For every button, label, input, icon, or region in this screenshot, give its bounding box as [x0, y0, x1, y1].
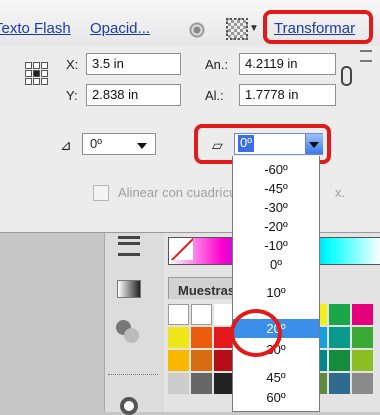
swatch[interactable] [168, 373, 189, 394]
height-field[interactable]: 1.7778 in [239, 84, 336, 106]
shear-option[interactable]: 0º [233, 255, 319, 274]
x-label: X: [66, 57, 79, 72]
rotate-icon: ⊿ [60, 137, 72, 153]
stroke-panel-icon[interactable] [118, 236, 140, 256]
swatch[interactable] [168, 327, 189, 348]
shear-option[interactable]: -60º [233, 160, 319, 179]
shear-option[interactable]: 45º [233, 368, 319, 387]
swatch[interactable] [191, 304, 212, 325]
swatch[interactable] [329, 373, 350, 394]
appearance-icon[interactable] [120, 397, 138, 415]
width-field[interactable]: 4.2119 in [239, 53, 336, 75]
transparency-icon[interactable] [116, 320, 140, 344]
swatch[interactable] [352, 327, 373, 348]
panel-menu-icon[interactable] [360, 50, 372, 62]
y-field[interactable]: 2.838 in [86, 84, 181, 106]
swatch[interactable] [352, 350, 373, 371]
chevron-down-icon[interactable] [137, 143, 147, 149]
swatch[interactable] [191, 373, 212, 394]
swatch[interactable] [168, 304, 189, 325]
height-label: Al.: [205, 88, 224, 103]
shear-option[interactable]: 10º [233, 283, 319, 302]
swatches-tab[interactable]: Muestras [168, 277, 238, 299]
swatch[interactable] [191, 327, 212, 348]
shear-option[interactable]: 60º [233, 388, 319, 407]
flash-text-link[interactable]: Texto Flash [0, 20, 74, 37]
shear-option[interactable]: -10º [233, 236, 319, 255]
swatch[interactable] [352, 304, 373, 325]
opacity-link[interactable]: Opacid... [90, 20, 150, 37]
selected-option-highlight [230, 309, 282, 357]
recolor-icon[interactable] [188, 21, 206, 39]
swatch[interactable] [329, 327, 350, 348]
align-pixel-grid-label-tail: x. [335, 185, 346, 200]
shear-option[interactable]: -45º [233, 179, 319, 198]
swatch[interactable] [329, 304, 350, 325]
gradient-icon[interactable] [117, 280, 141, 298]
reference-point-icon[interactable] [25, 62, 48, 85]
swatch[interactable] [352, 373, 373, 394]
swatch[interactable] [191, 350, 212, 371]
swatch[interactable] [329, 350, 350, 371]
width-label: An.: [205, 57, 229, 72]
shear-option[interactable]: -30º [233, 198, 319, 217]
workspace-margin [0, 233, 104, 412]
chevron-down-icon[interactable]: ▼ [249, 23, 259, 34]
shear-option[interactable]: -20º [233, 217, 319, 236]
none-swatch[interactable] [171, 238, 193, 260]
dock-divider [108, 374, 158, 376]
transform-highlight [263, 10, 373, 44]
swatch[interactable] [168, 350, 189, 371]
x-field[interactable]: 3.5 in [86, 53, 181, 75]
selection-options-icon[interactable] [226, 18, 248, 40]
rotate-value: 0º [90, 136, 102, 151]
y-label: Y: [66, 88, 78, 103]
align-pixel-grid-checkbox[interactable] [93, 185, 109, 201]
link-proportions-icon[interactable] [341, 66, 352, 86]
align-pixel-grid-label: Alinear con cuadrícula de píxeles [118, 185, 236, 200]
